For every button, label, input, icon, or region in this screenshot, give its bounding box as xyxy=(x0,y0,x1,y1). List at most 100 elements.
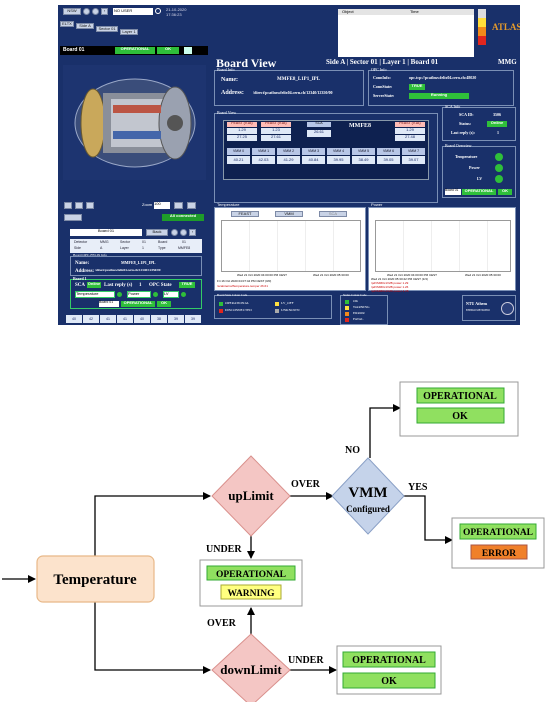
opc-connstate-label: ConnState: xyxy=(373,84,393,89)
control-panel-screenshot: NSW › NO USER 21-10-2020 17:36:23 ELTX S… xyxy=(58,5,520,325)
group-lv-led xyxy=(181,292,186,297)
overview-lv-led xyxy=(495,175,503,183)
forward-icon[interactable]: › xyxy=(101,8,108,15)
alarm-header: Object Time xyxy=(338,9,474,15)
group-temp-button[interactable]: Temperature xyxy=(75,291,115,298)
ntua-name: NTU Athens xyxy=(466,301,488,306)
board-row[interactable]: Board 01 OPERATIONAL OK xyxy=(60,46,208,55)
overview-board: Board 01 xyxy=(445,188,461,195)
overview-power-label: Power xyxy=(469,165,480,170)
tab-eltx[interactable]: ELTX xyxy=(60,21,74,27)
user-field[interactable]: NO USER xyxy=(113,8,153,15)
zoom-input[interactable]: 100 xyxy=(154,202,170,209)
vmm-cell-label: VMM 5 xyxy=(352,148,375,155)
group-sca-label: SCA xyxy=(75,283,86,288)
mini-vmm-cell: 40 xyxy=(66,315,82,323)
status-error-swatch xyxy=(345,312,349,316)
board-select-dropdown[interactable]: Board 01 xyxy=(70,229,142,236)
feast-button[interactable]: FEAST xyxy=(231,211,259,217)
sca-reply-label: Last reply (s): xyxy=(451,130,475,135)
selector-settings-icon[interactable] xyxy=(180,229,187,236)
vmm-cell-value: 39.05 xyxy=(377,156,400,164)
sca-button[interactable]: SCA xyxy=(319,211,347,217)
board-location: Side A | Sector 01 | Layer 1 | Board 01 xyxy=(326,58,439,66)
sca-status-label: Status: xyxy=(459,121,472,126)
vmm-cell-value: 39.07 xyxy=(402,156,425,164)
tool-icon-1[interactable] xyxy=(64,202,72,209)
result-error-status-label: ERROR xyxy=(482,549,516,559)
vmm-cell-label: VMM 2 xyxy=(277,148,300,155)
opc-info-panel: OPC Info ConnInfo: opc.tcp://pcatlnswfel… xyxy=(368,68,514,106)
tool-icon-2[interactable] xyxy=(75,202,83,209)
tab-side-a[interactable]: Side A xyxy=(76,23,94,29)
vmm-cell: VMM 3 40.84 xyxy=(302,148,325,168)
group-lv-button[interactable]: LV xyxy=(163,291,179,298)
side-value: A xyxy=(100,246,103,250)
tab-sector[interactable]: Sector 01 xyxy=(96,26,118,32)
left-addr-value: /direct/pcatlnswfelix04.cern.ch/12340/12… xyxy=(95,268,161,272)
board-type: MMG xyxy=(498,58,517,66)
detector-value: MMG xyxy=(100,240,109,244)
status-strip-orange xyxy=(478,27,486,36)
opc-connstate-value: TRUE xyxy=(409,84,425,90)
vmm-label: VMM xyxy=(348,485,387,501)
settings-icon[interactable] xyxy=(92,8,99,15)
detector-image xyxy=(63,65,206,180)
result-ok-bottom-state-label: OPERATIONAL xyxy=(352,655,426,666)
status-strip-grey xyxy=(478,9,486,18)
sca-info-panel: SCA Info SCA ID: 3506 Status: Online Las… xyxy=(442,104,516,141)
result-ok-bottom: OPERATIONAL OK xyxy=(336,645,442,695)
alarm-col-time: Time xyxy=(410,9,419,14)
status-warning: WARNING xyxy=(353,305,370,309)
result-warning: OPERATIONAL WARNING xyxy=(199,559,303,607)
opc-conn-value: opc.tcp://pcatlnswfelix04.cern.ch:48020 xyxy=(409,75,477,80)
tool-icon-3[interactable] xyxy=(86,202,94,209)
board-address-value: /direct/pcatlnswfelix04.cern.ch/12340/12… xyxy=(253,90,333,95)
edge-vmm-yes xyxy=(403,495,453,544)
opc-conn-label: ConnInfo: xyxy=(373,75,391,80)
board-address-label: Address: xyxy=(221,90,244,96)
mini-vmm-cell: 41 xyxy=(117,315,133,323)
refresh-icon[interactable] xyxy=(83,8,90,15)
group-reply-label: Last reply (s) xyxy=(104,283,133,288)
vmm-cell-value: 40.21 xyxy=(227,156,250,164)
vmm-cell: VMM 1 42.03 xyxy=(252,148,275,168)
search-icon[interactable] xyxy=(155,8,161,14)
mini-vmm-cell: 41 xyxy=(100,315,116,323)
selector-forward-icon[interactable]: › xyxy=(189,229,196,236)
vmm-button[interactable]: VMM xyxy=(275,211,303,217)
vmm-sublabel: Configured xyxy=(346,504,390,514)
selector-refresh-icon[interactable] xyxy=(171,229,178,236)
zoom-save-icon[interactable] xyxy=(187,202,196,209)
vmm-cell-value: 38.49 xyxy=(352,156,375,164)
small-button[interactable] xyxy=(64,214,82,221)
status-fatal: FATAL xyxy=(353,317,364,321)
vmm-cell-label: VMM 1 xyxy=(252,148,275,155)
board-name-label: Name: xyxy=(221,77,238,83)
vmm-cell: VMM 6 39.05 xyxy=(377,148,400,168)
edge-label-over-bottom: OVER xyxy=(207,618,237,629)
overview-power-led xyxy=(495,164,503,172)
vmm-cell: VMM 7 39.07 xyxy=(402,148,425,168)
detector-label: Detector xyxy=(74,240,88,244)
alarm-table: Object Time xyxy=(338,9,474,57)
mini-board: 40 42 41 41 40 38 39 39 xyxy=(66,315,206,325)
zoom-apply-icon[interactable] xyxy=(174,202,183,209)
tab-layer[interactable]: Layer 1 xyxy=(120,29,138,35)
vmm-cell-value: 42.03 xyxy=(252,156,275,164)
result-ok-bottom-status-label: OK xyxy=(381,676,397,687)
feast-right-t: 27.48 xyxy=(395,135,425,141)
power-title: Power xyxy=(371,202,383,207)
back-button[interactable]: Back xyxy=(146,229,168,236)
vmm-cell: VMM 4 39.95 xyxy=(327,148,350,168)
ntua-logo-panel: NTU Athens ΕΘΝΙΚΟ ΜΕΤΣΟΒΙΟ xyxy=(462,295,516,321)
nsw-button[interactable]: NSW xyxy=(63,8,81,15)
sca-info-title: SCA Info xyxy=(445,104,461,109)
group-power-led xyxy=(153,292,158,297)
result-ok-top: OPERATIONAL OK xyxy=(399,381,519,437)
temp-footer-time: Fri 16 Oct 2020 04:07:44 PM CEST (0/0) xyxy=(217,279,272,283)
edge-label-no: NO xyxy=(345,445,360,456)
group-title: Board 1 xyxy=(73,276,87,281)
group-power-button[interactable]: Power xyxy=(127,291,151,298)
layer-label: Layer xyxy=(120,246,129,250)
